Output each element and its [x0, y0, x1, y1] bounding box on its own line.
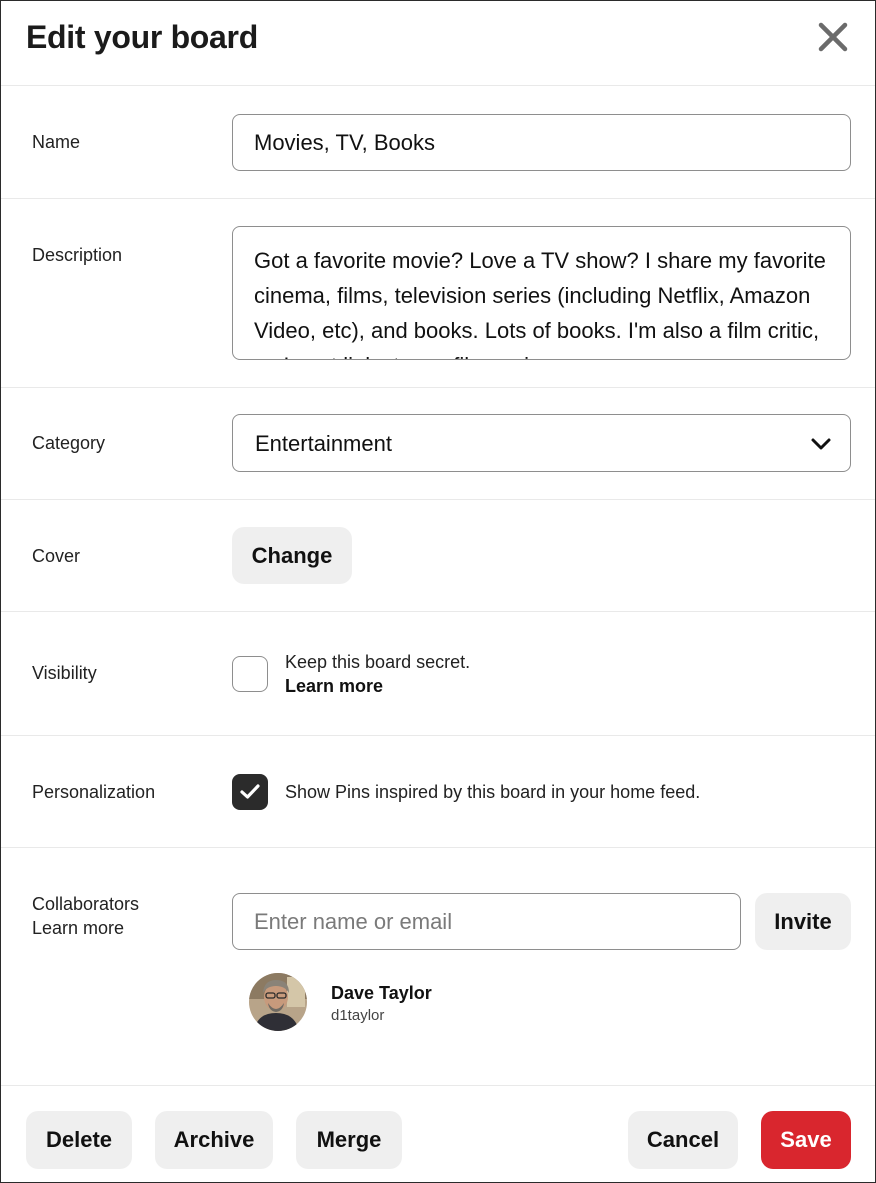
collaborator-username: d1taylor — [331, 1007, 385, 1024]
description-label: Description — [32, 245, 123, 265]
invite-button[interactable]: Invite — [755, 893, 851, 950]
chevron-down-icon — [811, 438, 831, 450]
close-icon — [818, 22, 848, 52]
dialog-footer — [1, 1085, 875, 1182]
cancel-button[interactable]: Cancel — [628, 1111, 738, 1169]
avatar-image — [249, 973, 307, 1031]
visibility-label: Visibility — [32, 663, 97, 683]
dialog-title: Edit your board — [26, 19, 258, 55]
collaborators-label: Collaborators — [32, 894, 140, 914]
visibility-learn-more-link[interactable]: Learn more — [285, 676, 383, 697]
checkmark-icon — [240, 784, 260, 799]
category-label: Category — [32, 433, 106, 453]
edit-board-dialog: Edit your board Name Description Got a f… — [0, 0, 876, 1183]
avatar — [249, 973, 307, 1031]
collaborator-name: Dave Taylor — [331, 983, 432, 1003]
description-textarea[interactable]: Got a favorite movie? Love a TV show? I … — [232, 226, 851, 360]
personalization-text: Show Pins inspired by this board in your… — [285, 782, 701, 802]
save-button[interactable]: Save — [761, 1111, 851, 1169]
secret-board-checkbox[interactable] — [232, 656, 268, 692]
close-button[interactable] — [815, 19, 851, 55]
change-cover-button[interactable]: Change — [232, 527, 352, 584]
cover-label: Cover — [32, 546, 81, 566]
name-label: Name — [32, 132, 81, 152]
cover-row — [1, 499, 875, 611]
personalization-checkbox[interactable] — [232, 774, 268, 810]
merge-button[interactable]: Merge — [296, 1111, 402, 1169]
dialog-header: Edit your board — [1, 1, 875, 85]
name-input[interactable] — [232, 114, 851, 171]
collaborator-search-input[interactable] — [232, 893, 741, 950]
personalization-label: Personalization — [32, 782, 156, 802]
collaborators-learn-more-link[interactable]: Learn more — [32, 918, 124, 939]
collaborators-row — [1, 847, 875, 1085]
delete-button[interactable]: Delete — [26, 1111, 132, 1169]
category-selected-value: Entertainment — [255, 431, 392, 456]
secret-board-text: Keep this board secret. — [285, 652, 471, 672]
archive-button[interactable]: Archive — [155, 1111, 273, 1169]
category-select[interactable]: Entertainment — [232, 414, 851, 472]
visibility-row — [1, 611, 875, 735]
